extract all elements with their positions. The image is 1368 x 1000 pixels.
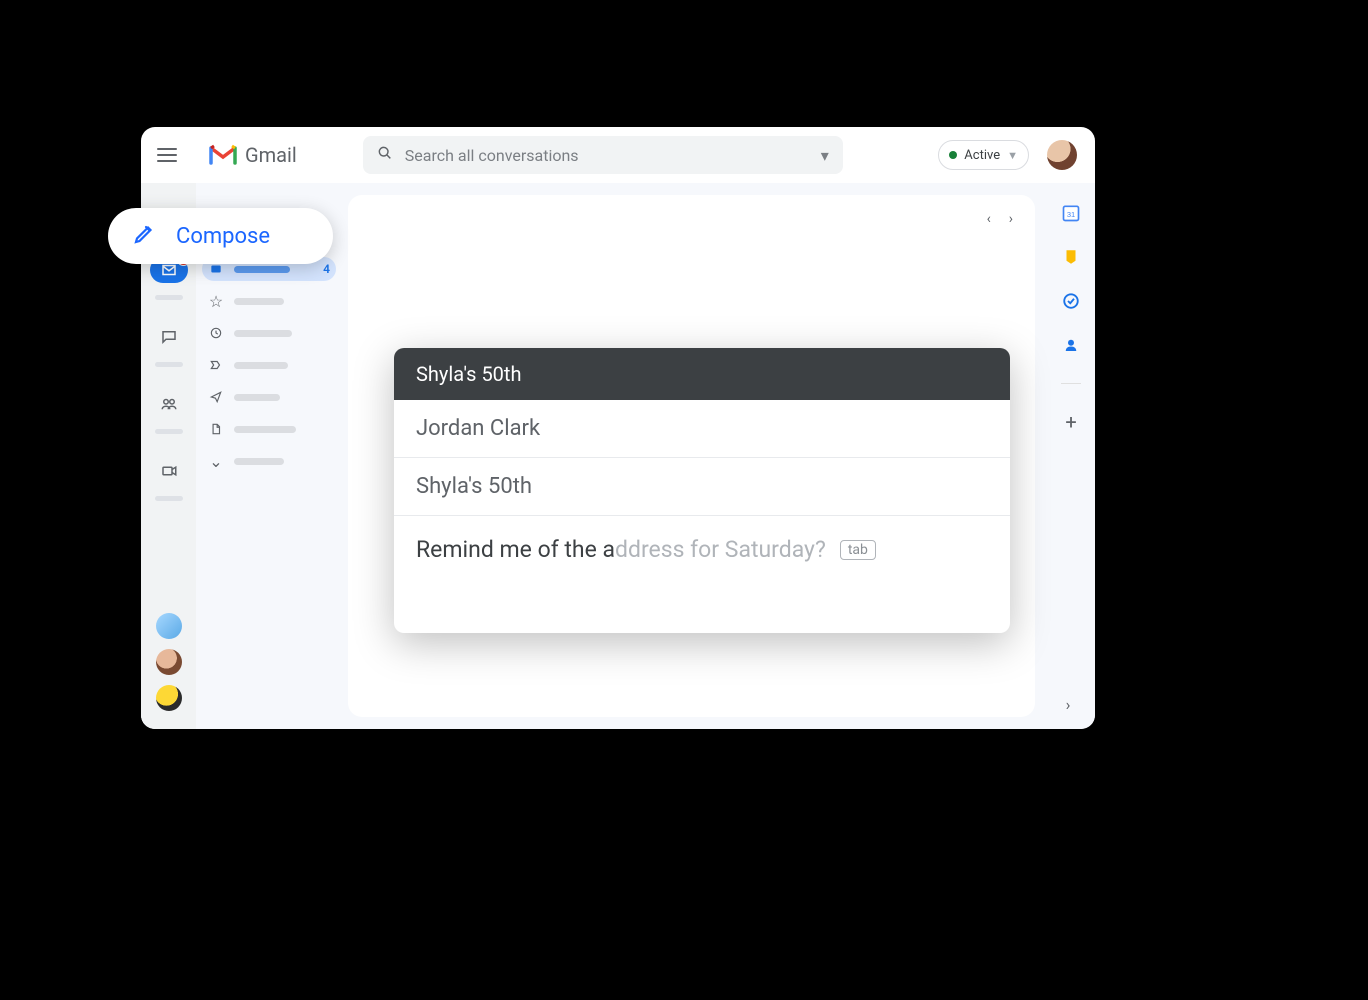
clock-icon <box>208 326 224 340</box>
tab-key-hint: tab <box>840 540 876 560</box>
smart-compose-suggestion: ddress for Saturday? <box>615 536 826 563</box>
inbox-icon <box>208 262 224 276</box>
rail-chat[interactable] <box>150 324 188 350</box>
compose-window: Shyla's 50th Jordan Clark Shyla's 50th R… <box>394 348 1010 633</box>
folder-sent[interactable] <box>202 385 336 409</box>
compose-to-field[interactable]: Jordan Clark <box>394 400 1010 458</box>
rail-label-placeholder <box>155 295 183 300</box>
nav-rail: 4 <box>141 183 196 729</box>
account-avatar[interactable] <box>1047 140 1077 170</box>
contact-avatar[interactable] <box>156 649 182 675</box>
status-chip[interactable]: Active ▼ <box>938 140 1029 170</box>
side-separator <box>1061 383 1081 384</box>
calendar-icon[interactable]: 31 <box>1061 203 1081 223</box>
rail-meet[interactable] <box>150 458 188 484</box>
pagination: ‹ › <box>987 211 1013 227</box>
main-menu-button[interactable] <box>153 141 181 169</box>
contacts-icon[interactable] <box>1061 335 1081 355</box>
rail-contacts <box>141 613 196 711</box>
chevron-down-icon: ⌄ <box>208 452 224 471</box>
folder-drafts[interactable] <box>202 417 336 441</box>
next-button[interactable]: › <box>1009 211 1013 227</box>
important-icon <box>208 358 224 372</box>
status-dot-icon <box>949 151 957 159</box>
search-options-icon[interactable]: ▾ <box>821 146 829 165</box>
body-typed-text: Remind me of the a <box>416 536 615 563</box>
collapse-sidepanel-button[interactable]: › <box>1057 693 1079 715</box>
add-addon-button[interactable]: + <box>1061 412 1081 432</box>
compose-title-bar[interactable]: Shyla's 50th <box>394 348 1010 400</box>
side-panel: 31 + <box>1047 183 1095 729</box>
star-icon: ☆ <box>208 292 224 311</box>
search-placeholder: Search all conversations <box>405 146 809 165</box>
contact-avatar[interactable] <box>156 685 182 711</box>
keep-icon[interactable] <box>1061 247 1081 267</box>
folder-starred[interactable]: ☆ <box>202 289 336 313</box>
compose-button[interactable]: Compose <box>108 208 333 264</box>
search-icon <box>377 145 393 165</box>
inbox-count: 4 <box>323 262 330 276</box>
compose-label: Compose <box>176 224 270 249</box>
status-label: Active <box>964 148 1000 163</box>
chevron-down-icon: ▼ <box>1007 149 1018 162</box>
folder-snoozed[interactable] <box>202 321 336 345</box>
rail-label-placeholder <box>155 362 183 367</box>
product-name: Gmail <box>245 143 297 167</box>
svg-text:31: 31 <box>1067 210 1075 219</box>
gmail-logo[interactable]: Gmail <box>209 143 297 167</box>
gmail-m-icon <box>209 144 237 166</box>
rail-label-placeholder <box>155 496 183 501</box>
tasks-icon[interactable] <box>1061 291 1081 311</box>
rail-spaces[interactable] <box>150 391 188 417</box>
search-input[interactable]: Search all conversations ▾ <box>363 136 843 174</box>
contact-avatar[interactable] <box>156 613 182 639</box>
folder-list: 4 ☆ <box>196 183 344 729</box>
drafts-icon <box>208 422 224 436</box>
compose-body-field[interactable]: Remind me of the address for Saturday? t… <box>394 516 1010 633</box>
prev-button[interactable]: ‹ <box>987 211 991 227</box>
rail-label-placeholder <box>155 429 183 434</box>
compose-title: Shyla's 50th <box>416 362 521 386</box>
sent-icon <box>208 390 224 404</box>
compose-subject-field[interactable]: Shyla's 50th <box>394 458 1010 516</box>
folder-important[interactable] <box>202 353 336 377</box>
pencil-icon <box>132 222 156 250</box>
app-header: Gmail Search all conversations ▾ Active … <box>141 127 1095 183</box>
folder-more[interactable]: ⌄ <box>202 449 336 473</box>
